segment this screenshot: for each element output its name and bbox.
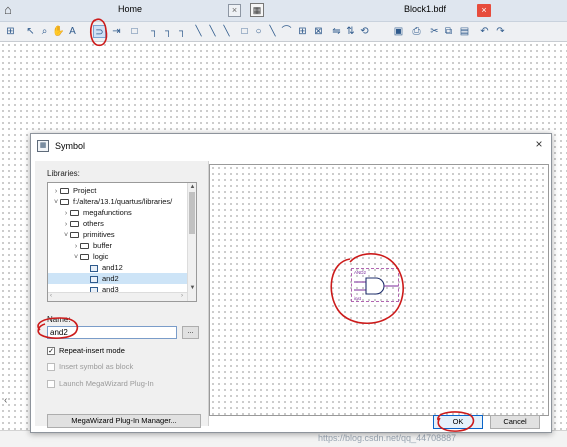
tree-item-label: f:/altera/13.1/quartus/libraries/ (73, 197, 173, 206)
pin-icon[interactable]: ⊞ (4, 25, 17, 38)
block-file-icon: ▦ (250, 3, 264, 17)
tree-item-label: buffer (93, 241, 113, 250)
libraries-label: Libraries: (47, 169, 80, 178)
launch-megawizard-option: Launch MegaWizard Plug-In (47, 378, 154, 390)
orthogonal-node-icon[interactable]: ┐ (148, 25, 161, 38)
tree-item-label: others (83, 219, 104, 228)
pin-tool-icon[interactable]: ⇥ (110, 25, 123, 38)
tree-item-label: logic (93, 252, 109, 261)
scroll-up-icon[interactable]: ▲ (188, 184, 196, 190)
orthogonal-conduit-icon[interactable]: ┐ (176, 25, 189, 38)
home-icon[interactable]: ⌂ (4, 3, 18, 17)
tree-item-label: and2 (102, 274, 119, 283)
tree-item[interactable]: ˅ logic (48, 251, 187, 262)
tree-item[interactable]: ˅ primitives (48, 229, 187, 240)
scroll-thumb[interactable] (189, 192, 195, 234)
browse-button[interactable]: ... (182, 326, 199, 339)
close-icon[interactable]: × (228, 4, 241, 17)
flip-vertical-icon[interactable]: ⇅ (344, 25, 357, 38)
undo-icon[interactable]: ↶ (478, 25, 491, 38)
tree-vertical-scrollbar[interactable]: ▲ ▼ (187, 183, 196, 301)
scroll-down-icon[interactable]: ▼ (188, 285, 196, 291)
folder-icon (80, 254, 89, 261)
diagonal-bus-icon[interactable]: ╲ (206, 25, 219, 38)
diagonal-node-icon[interactable]: ╲ (192, 25, 205, 38)
tree-item[interactable]: and12 (48, 262, 187, 273)
dialog-title: Symbol (55, 141, 86, 151)
cancel-button[interactable]: Cancel (490, 415, 540, 429)
tree-item[interactable]: › others (48, 218, 187, 229)
symbol-dialog-icon: ▦ (37, 140, 49, 152)
and2-symbol-preview: AND2 inst (351, 268, 399, 302)
launch-megawizard-checkbox (47, 380, 55, 389)
tree-item-label: and12 (102, 263, 123, 272)
tree-item[interactable]: and2 (48, 273, 187, 284)
ok-button[interactable]: OK (433, 415, 483, 429)
repeat-insert-checkbox[interactable]: ✓ (47, 347, 55, 356)
block-tool-icon[interactable]: □ (128, 25, 141, 38)
ellipse-icon[interactable]: ○ (252, 25, 265, 38)
folder-icon (60, 188, 69, 195)
partial-line-icon[interactable]: ⊠ (312, 25, 325, 38)
redo-icon[interactable]: ↷ (494, 25, 507, 38)
tree-item-label: Project (73, 186, 97, 195)
and-gate-icon (354, 277, 398, 295)
tree-horizontal-scrollbar[interactable]: ‹ › (48, 292, 187, 301)
rotate-icon[interactable]: ⟲ (358, 25, 371, 38)
library-panel: Libraries: › Project ˅ f:/altera/13.1/quart… (35, 161, 209, 428)
tab-block1[interactable]: Block1.bdf (380, 4, 470, 14)
rectangle-icon[interactable]: □ (238, 25, 251, 38)
rubberband-icon[interactable]: ⊞ (296, 25, 309, 38)
orthogonal-bus-icon[interactable]: ┐ (162, 25, 175, 38)
tree-item[interactable]: ˅ f:/altera/13.1/quartus/libraries/ (48, 196, 187, 207)
symbol-dialog: ▦ Symbol × Libraries: › Project ˅ f:/altera… (30, 133, 552, 433)
toolbar: ⊞ ↖ ⌕ ✋ A ⊃ ⇥ □ ┐ ┐ ┐ ╲ ╲ ╲ □ ○ ╲ ⌒ ⊞ ⊠ ⇋ ⇅ ⟲ ▣ ⎙ ✂ ⧉ ▤ ↶ ↷ (0, 22, 567, 42)
tab-home[interactable]: Home (100, 4, 160, 14)
close-icon[interactable]: × (477, 4, 491, 17)
folder-icon (80, 243, 89, 250)
hand-icon[interactable]: ✋ (52, 25, 65, 38)
tree-item[interactable]: › buffer (48, 240, 187, 251)
name-label: Name: (47, 315, 71, 324)
scroll-left-icon[interactable]: ‹ (50, 293, 52, 299)
flip-horizontal-icon[interactable]: ⇋ (330, 25, 343, 38)
save-icon[interactable]: ▣ (392, 25, 405, 38)
insert-as-block-checkbox (47, 363, 55, 372)
scroll-left-icon[interactable]: ‹ (4, 395, 14, 409)
tab-bar: ⌂ Home × ▦ Block1.bdf × (0, 0, 567, 22)
line-icon[interactable]: ╲ (266, 25, 279, 38)
pointer-icon[interactable]: ↖ (24, 25, 37, 38)
folder-icon (70, 221, 79, 228)
diagonal-conduit-icon[interactable]: ╲ (220, 25, 233, 38)
folder-icon (70, 232, 79, 239)
repeat-insert-label: Repeat-insert mode (59, 346, 125, 355)
scroll-right-icon[interactable]: › (181, 293, 183, 299)
paste-icon[interactable]: ▤ (458, 25, 471, 38)
repeat-insert-option[interactable]: ✓ Repeat-insert mode (47, 345, 125, 357)
name-input[interactable]: and2 (47, 326, 177, 339)
tree-item[interactable]: › megafunctions (48, 207, 187, 218)
close-icon[interactable]: × (533, 138, 545, 150)
symbol-tool-icon[interactable]: ⊃ (93, 25, 106, 38)
symbol-icon (90, 264, 98, 272)
tree-item-label: primitives (83, 230, 115, 239)
folder-icon (60, 199, 69, 206)
folder-icon (70, 210, 79, 217)
megawizard-button[interactable]: MegaWizard Plug-In Manager... (47, 414, 201, 428)
print-icon[interactable]: ⎙ (410, 25, 423, 38)
text-icon[interactable]: A (66, 25, 79, 38)
zoom-icon[interactable]: ⌕ (38, 25, 51, 38)
insert-as-block-label: Insert symbol as block (59, 362, 134, 371)
launch-megawizard-label: Launch MegaWizard Plug-In (59, 379, 154, 388)
copy-icon[interactable]: ⧉ (442, 25, 455, 38)
cut-icon[interactable]: ✂ (428, 25, 441, 38)
symbol-icon (90, 275, 98, 283)
watermark: https://blog.csdn.net/qq_44708887 (318, 433, 457, 443)
tree-item-label: megafunctions (83, 208, 132, 217)
arc-icon[interactable]: ⌒ (280, 25, 293, 38)
insert-as-block-option: Insert symbol as block (47, 361, 133, 373)
tree-item[interactable]: › Project (48, 185, 187, 196)
library-tree[interactable]: › Project ˅ f:/altera/13.1/quartus/librarie… (47, 182, 197, 302)
